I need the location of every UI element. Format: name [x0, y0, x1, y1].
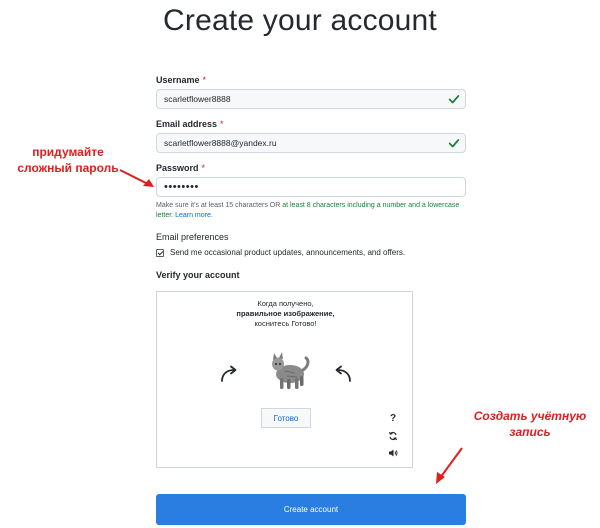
- captcha-panel: Когда получено, правильное изображение, …: [156, 291, 413, 468]
- username-label: Username *: [156, 75, 207, 85]
- annotation-line: придумайте: [32, 145, 104, 159]
- password-field[interactable]: ••••••••: [156, 177, 466, 197]
- email-field[interactable]: scarletflower8888@yandex.ru: [156, 133, 466, 153]
- create-account-annotation: Создать учётную запись: [470, 408, 590, 440]
- password-annotation: придумайте сложный пароль: [4, 144, 132, 176]
- preferences-checkbox[interactable]: [156, 248, 164, 257]
- required-marker: *: [201, 163, 206, 173]
- audio-icon[interactable]: [388, 448, 398, 458]
- preferences-checkbox-label: Send me occasional product updates, anno…: [170, 248, 406, 257]
- valid-check-icon: [448, 139, 460, 148]
- verify-title: Verify your account: [156, 270, 240, 280]
- email-value: scarletflower8888@yandex.ru: [164, 138, 277, 148]
- annotation-arrow-icon: [436, 447, 463, 484]
- refresh-icon[interactable]: [388, 431, 398, 441]
- annotation-line: сложный пароль: [17, 161, 119, 175]
- password-label: Password *: [156, 163, 206, 173]
- help-icon[interactable]: ?: [388, 413, 398, 424]
- password-hint: Make sure it's at least 15 characters OR…: [156, 201, 476, 221]
- animal-image-icon: [272, 352, 310, 389]
- email-preferences-title: Email preferences: [156, 232, 229, 242]
- preferences-row[interactable]: Send me occasional product updates, anno…: [156, 248, 405, 257]
- rotate-left-arrow-icon[interactable]: [219, 364, 239, 384]
- hint-text: Make sure it's at least 15 characters OR: [156, 202, 283, 209]
- required-marker: *: [202, 75, 207, 85]
- annotation-line: Создать учётную: [473, 409, 587, 423]
- page-title: Create your account: [163, 4, 437, 37]
- captcha-instructions: Когда получено, правильное изображение, …: [157, 299, 414, 329]
- annotation-arrow-icon: [119, 169, 154, 187]
- learn-more-link[interactable]: Learn more.: [175, 212, 213, 219]
- annotation-line: запись: [509, 425, 551, 439]
- rotate-right-arrow-icon[interactable]: [333, 364, 353, 384]
- password-value: ••••••••: [164, 181, 199, 193]
- captcha-line-3: коснитесь Готово!: [254, 319, 317, 328]
- email-label: Email address *: [156, 119, 224, 129]
- captcha-done-button[interactable]: Готово: [261, 408, 311, 428]
- required-marker: *: [220, 119, 224, 129]
- captcha-line-2: правильное изображение,: [236, 309, 335, 318]
- captcha-line-1: Когда получено,: [257, 299, 314, 308]
- username-value: scarletflower8888: [164, 94, 231, 104]
- username-field[interactable]: scarletflower8888: [156, 89, 466, 109]
- create-account-button[interactable]: Create account: [156, 494, 466, 525]
- valid-check-icon: [448, 95, 460, 104]
